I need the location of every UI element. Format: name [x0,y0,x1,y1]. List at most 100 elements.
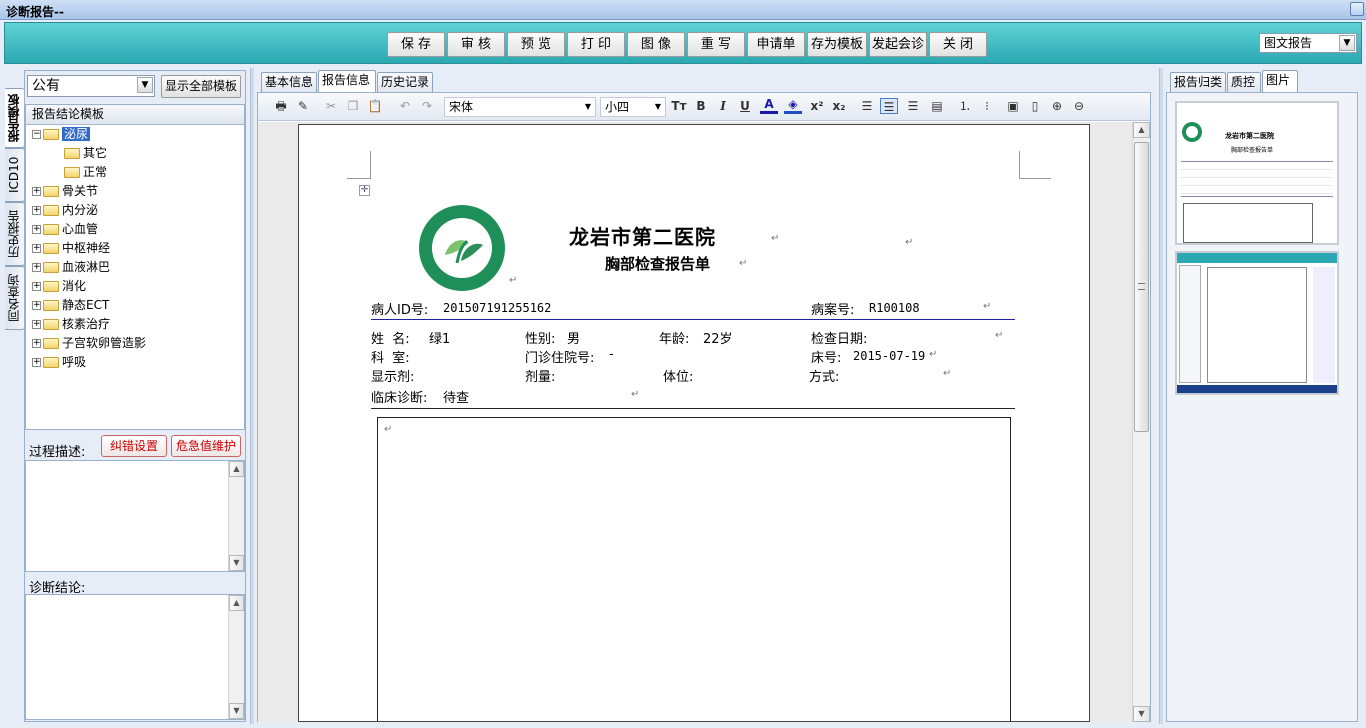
report-page[interactable]: ✛ 龙岩市第二医院 ↵ ↵ 胸部检查报告单 ↵ ↵ 病人ID号: 2015071… [298,124,1090,722]
expand-icon[interactable]: + [32,225,41,234]
tab-report-template[interactable]: 报告模板 [5,88,25,148]
clinical-diagnosis-value[interactable]: 待查 [443,387,469,406]
close-button[interactable]: 关 闭 [929,32,987,57]
tree-node-nuclide-therapy[interactable]: + 核素治疗 [32,315,110,334]
show-all-templates-button[interactable]: 显示全部模板 [161,75,241,98]
review-button[interactable]: 审 核 [447,32,505,57]
align-left-icon[interactable]: ☰ [858,98,876,114]
collapse-icon[interactable]: − [32,130,41,139]
expand-icon[interactable]: + [32,187,41,196]
cut-icon[interactable]: ✂ [322,98,340,114]
scroll-up-icon[interactable]: ▲ [229,461,244,477]
tab-report-info[interactable]: 报告信息 [318,70,376,92]
align-right-icon[interactable]: ☰ [904,98,922,114]
expand-icon[interactable]: + [32,358,41,367]
tab-report-category[interactable]: 报告归类 [1170,72,1226,92]
tab-quality-control[interactable]: 质控 [1227,72,1261,92]
font-size-icon[interactable]: Tт [670,98,688,114]
scope-select[interactable]: 公有 ▼ [27,75,155,97]
bold-icon[interactable]: B [692,98,710,114]
underline-icon[interactable]: U [736,98,754,114]
redo-icon[interactable]: ↷ [418,98,436,114]
age-value[interactable]: 22岁 [703,328,733,347]
bed-date-value[interactable]: 2015-07-19 [853,349,925,363]
diagnosis-conclusion-textarea[interactable]: ▲ ▼ [25,594,245,720]
tab-images[interactable]: 图片 [1262,70,1298,92]
font-name-select[interactable]: 宋体 ▼ [444,97,596,117]
name-value[interactable]: 绿1 [429,328,450,347]
font-size-select[interactable]: 小四 ▼ [600,97,666,117]
scroll-down-icon[interactable]: ▼ [229,555,244,571]
tree-node-cardiovascular[interactable]: + 心血管 [32,220,98,239]
left-splitter[interactable] [250,68,254,724]
font-color-icon[interactable]: A [760,98,778,114]
undo-icon[interactable]: ↶ [396,98,414,114]
superscript-icon[interactable]: x² [808,98,826,114]
tree-node-cns[interactable]: + 中枢神经 [32,239,110,258]
table-move-icon[interactable]: ✛ [359,185,370,196]
scroll-down-icon[interactable]: ▼ [1133,706,1150,722]
tab-basic-info[interactable]: 基本信息 [261,72,317,92]
tree-node-respiratory[interactable]: + 呼吸 [32,353,86,372]
patient-id-value[interactable]: 201507191255162 [443,301,551,315]
editor-scrollbar[interactable]: ▲ ▼ [1132,122,1150,722]
scroll-up-icon[interactable]: ▲ [229,595,244,611]
print-icon[interactable]: 🖶 [272,98,290,114]
expand-icon[interactable]: + [32,206,41,215]
tree-node-other[interactable]: 其它 [64,144,107,163]
tree-node-normal[interactable]: 正常 [64,163,107,182]
window-control-button[interactable] [1350,2,1364,16]
tree-node-hysterosalpingography[interactable]: + 子宫软卵管造影 [32,334,146,353]
findings-box[interactable]: ↵ [377,417,1011,721]
expand-icon[interactable]: + [32,320,41,329]
numbered-list-icon[interactable]: ⒈ [956,98,974,114]
tree-node-endocrine[interactable]: + 内分泌 [32,201,98,220]
align-center-icon[interactable]: ☰ [880,98,898,114]
report-type-select[interactable]: 图文报告 ▼ [1259,33,1357,53]
critical-value-button[interactable]: 危急值维护 [171,435,241,457]
expand-icon[interactable]: + [32,244,41,253]
tab-history-report[interactable]: 历史报告 [5,202,25,266]
insert-image-icon[interactable]: ▣ [1004,98,1022,114]
save-as-template-button[interactable]: 存为模板 [807,32,867,57]
subscript-icon[interactable]: x₂ [830,98,848,114]
tree-node-static-ect[interactable]: + 静态ECT [32,296,109,315]
tab-same-name-query[interactable]: 同名查询 [5,266,25,330]
tab-icd10[interactable]: ICD10 [5,148,25,202]
scrollbar[interactable]: ▲ ▼ [228,595,244,719]
tree-node-bone-joint[interactable]: + 骨关节 [32,182,98,201]
request-form-button[interactable]: 申请单 [747,32,805,57]
rewrite-button[interactable]: 重 写 [687,32,745,57]
italic-icon[interactable]: I [714,98,732,114]
bullet-list-icon[interactable]: ⁝ [978,98,996,114]
scroll-thumb[interactable] [1134,142,1149,432]
paste-icon[interactable]: 📋 [366,98,384,114]
image-button[interactable]: 图 像 [627,32,685,57]
format-painter-icon[interactable]: ✎ [294,98,312,114]
justify-icon[interactable]: ▤ [928,98,946,114]
right-splitter[interactable] [1159,68,1163,724]
scrollbar[interactable]: ▲ ▼ [228,461,244,571]
tree-node-urology[interactable]: − 泌尿 [32,125,91,144]
print-button[interactable]: 打 印 [567,32,625,57]
process-description-textarea[interactable]: ▲ ▼ [25,460,245,572]
tab-history[interactable]: 历史记录 [377,72,433,92]
copy-icon[interactable]: ❐ [344,98,362,114]
error-correction-button[interactable]: 纠错设置 [101,435,167,457]
zoom-in-icon[interactable]: ⊕ [1048,98,1066,114]
expand-icon[interactable]: + [32,301,41,310]
highlight-icon[interactable]: ◈ [784,98,802,114]
tree-node-digestive[interactable]: + 消化 [32,277,86,296]
preview-button[interactable]: 预 览 [507,32,565,57]
thumbnail-report[interactable]: 龙岩市第二医院 胸部检查报告单 [1175,101,1339,245]
scroll-down-icon[interactable]: ▼ [229,703,244,719]
clinic-number-value[interactable]: - [609,347,614,362]
expand-icon[interactable]: + [32,263,41,272]
sex-value[interactable]: 男 [567,328,580,347]
start-consultation-button[interactable]: 发起会诊 [869,32,927,57]
expand-icon[interactable]: + [32,282,41,291]
expand-icon[interactable]: + [32,339,41,348]
thumbnail-screenshot[interactable] [1175,251,1339,395]
case-number-value[interactable]: R100108 [869,301,920,315]
zoom-out-icon[interactable]: ⊖ [1070,98,1088,114]
